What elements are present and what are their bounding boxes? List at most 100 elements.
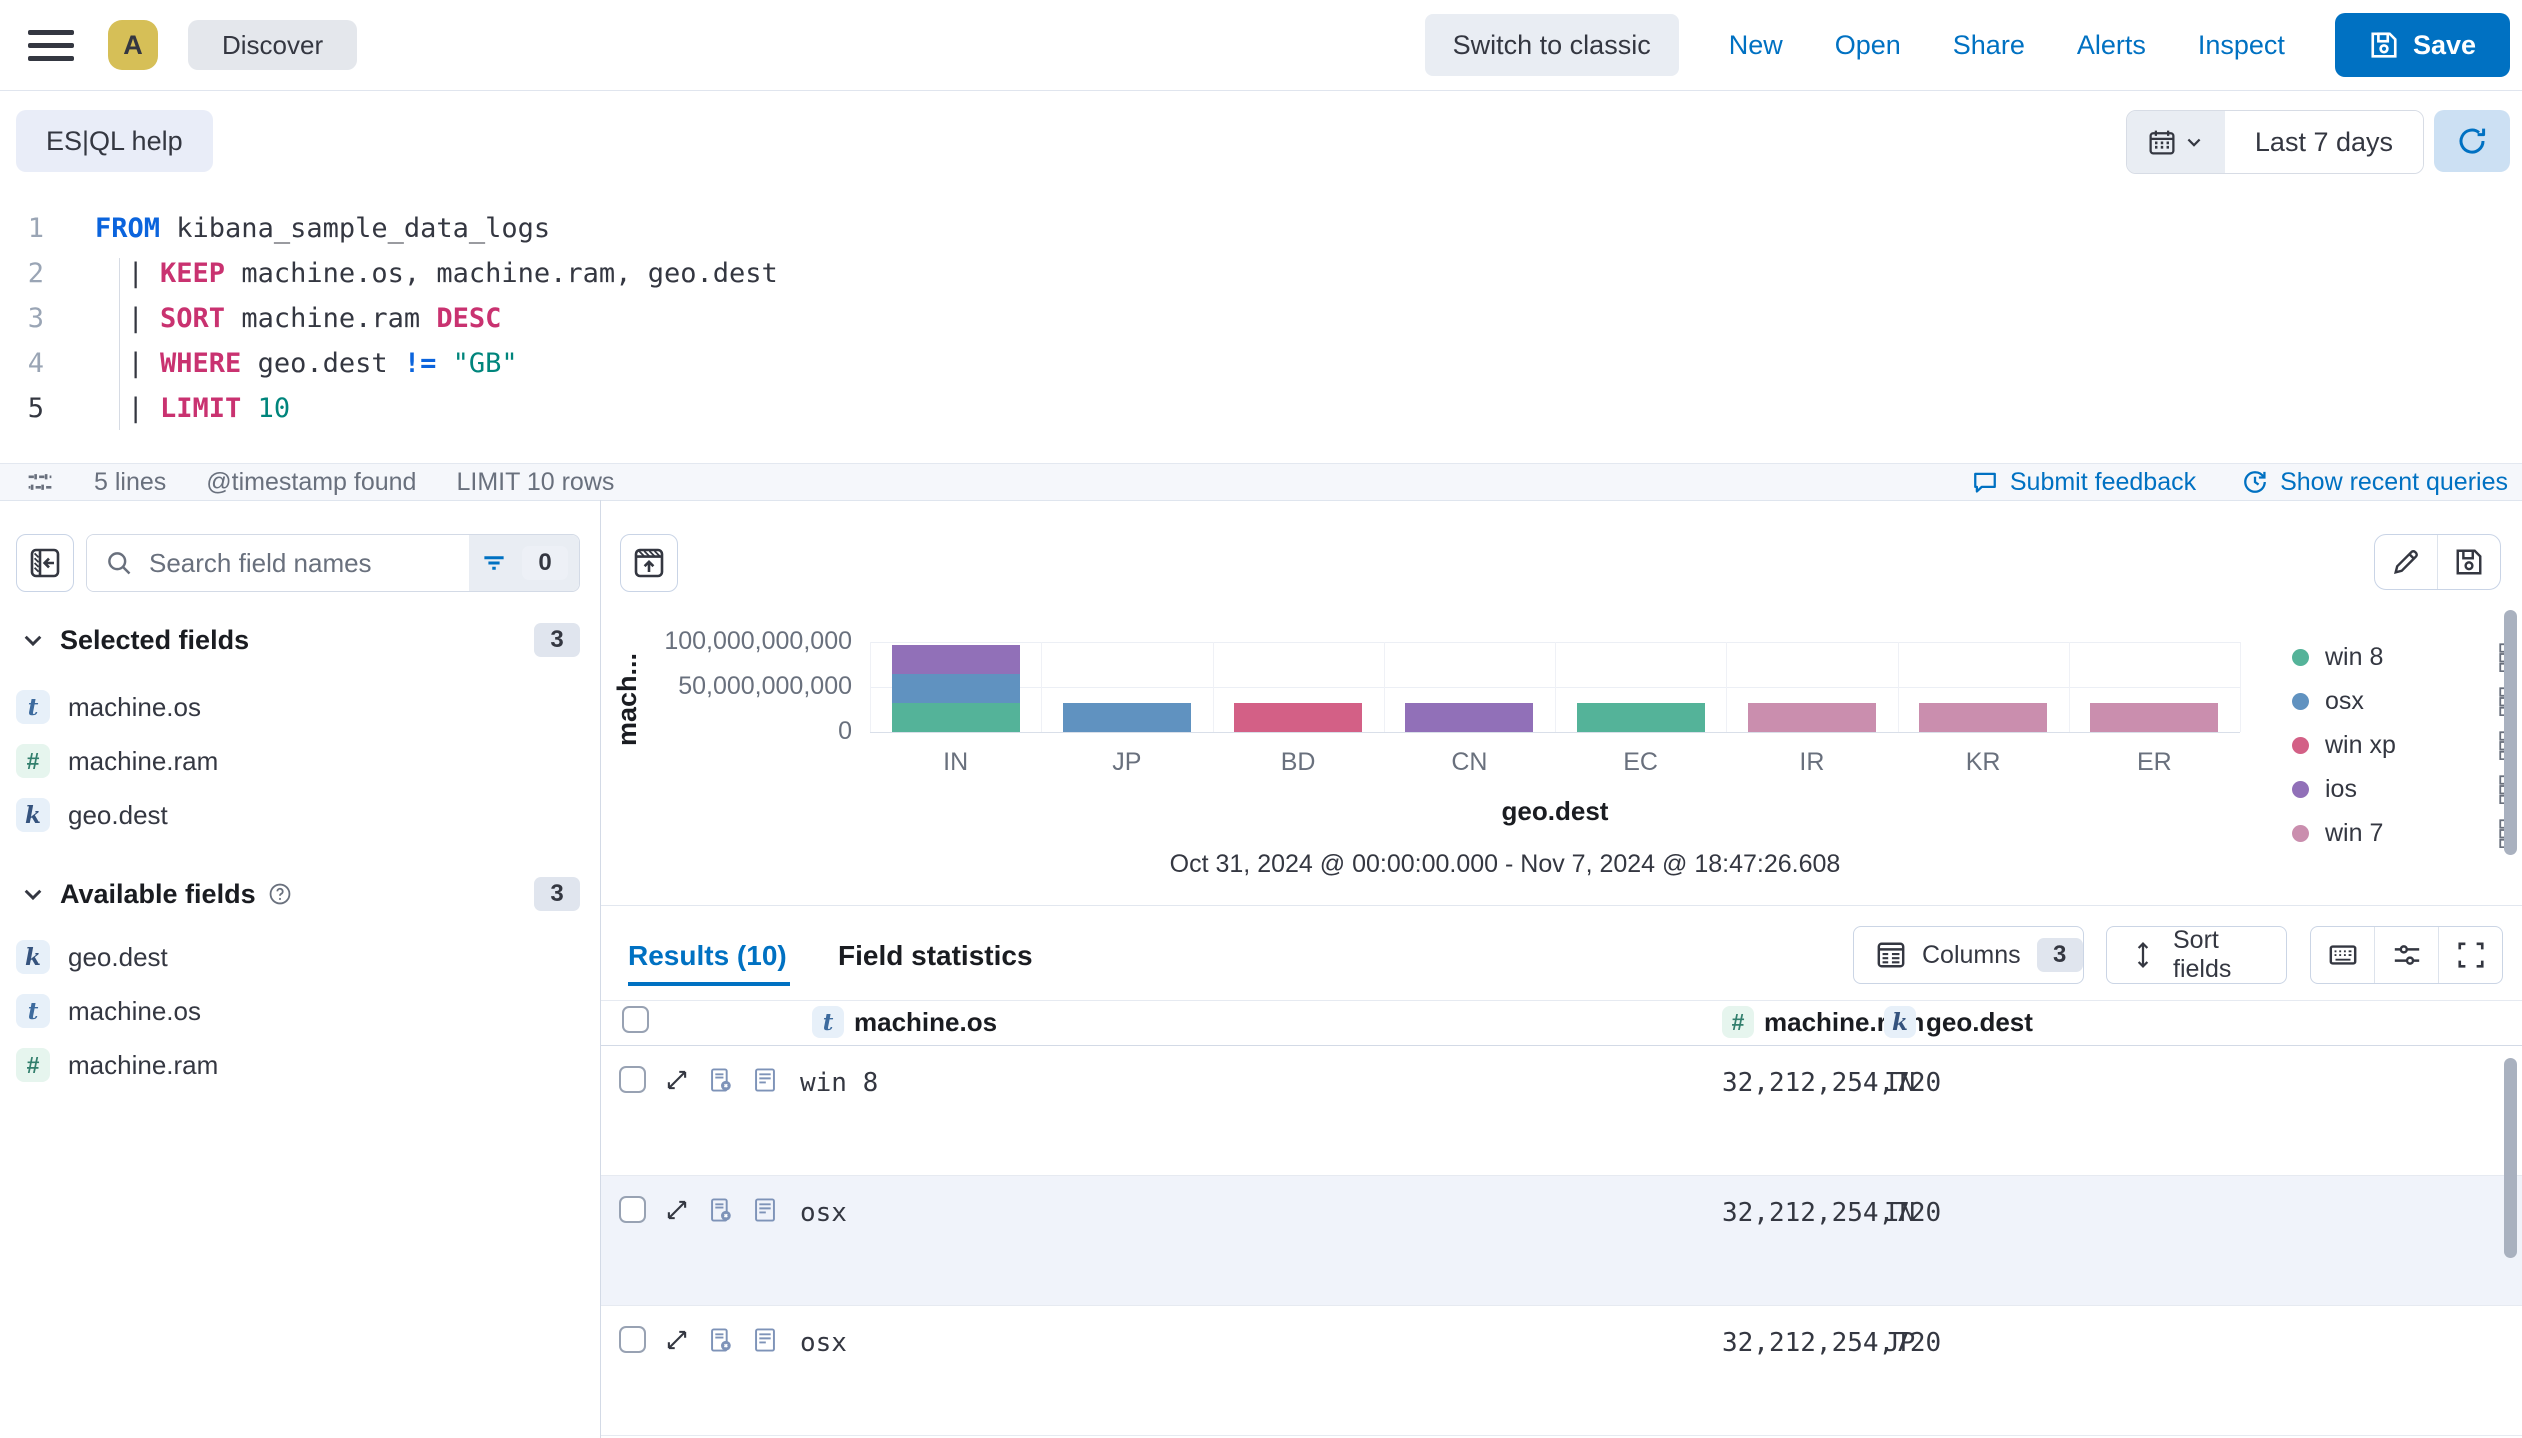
field-type-icon: # — [16, 744, 50, 778]
topbar-link-new[interactable]: New — [1729, 30, 1783, 61]
tab-field-statistics[interactable]: Field statistics — [838, 940, 1033, 972]
field-item-machine.os[interactable]: tmachine.os — [16, 684, 576, 730]
doc-view-icon[interactable] — [752, 1197, 778, 1223]
save-button[interactable]: Save — [2335, 13, 2510, 77]
field-item-machine.ram[interactable]: #machine.ram — [16, 1042, 576, 1088]
expand-row-icon[interactable] — [664, 1197, 690, 1223]
date-picker-quick-menu[interactable] — [2127, 111, 2225, 173]
doc-pin-icon[interactable] — [708, 1197, 734, 1223]
x-axis-tick-label: IR — [1726, 748, 1897, 777]
x-axis-tick-label: BD — [1213, 748, 1384, 777]
bar-segment-ios-IN[interactable] — [892, 645, 1020, 674]
editor-line[interactable]: 1FROM kibana_sample_data_logs — [0, 206, 2522, 251]
editor-line[interactable]: 5 | LIMIT 10 — [0, 386, 2522, 431]
bar-segment-osx-JP[interactable] — [1063, 703, 1191, 732]
sort-fields-button[interactable]: Sort fields — [2106, 926, 2287, 984]
row-checkbox[interactable] — [619, 1326, 646, 1353]
refresh-button[interactable] — [2434, 110, 2510, 172]
show-recent-queries-link[interactable]: Show recent queries — [2242, 468, 2508, 497]
history-icon — [2242, 469, 2268, 495]
editor-settings-icon[interactable] — [26, 468, 54, 496]
field-section-header[interactable]: Selected fields3 — [20, 618, 580, 662]
cell-machine_os[interactable]: osx — [800, 1328, 847, 1358]
bar-segment-osx-IN[interactable] — [892, 674, 1020, 703]
chart-options-button[interactable] — [620, 534, 678, 592]
doc-view-icon[interactable] — [752, 1067, 778, 1093]
filter-icon — [480, 549, 508, 577]
search-input[interactable]: Search field names — [87, 535, 469, 591]
bar-segment-win-8-EC[interactable] — [1577, 703, 1705, 732]
table-row[interactable]: osx32,212,254,720IN — [601, 1176, 2522, 1306]
select-all-checkbox[interactable] — [622, 1006, 649, 1033]
cell-geo_dest[interactable]: IN — [1884, 1198, 1915, 1228]
legend-item-win-7[interactable]: win 7 — [2292, 816, 2510, 850]
switch-to-classic-button[interactable]: Switch to classic — [1425, 14, 1679, 76]
column-header-machine.os[interactable]: tmachine.os — [812, 1006, 997, 1038]
date-picker[interactable]: Last 7 days — [2126, 110, 2424, 174]
expand-row-icon[interactable] — [664, 1327, 690, 1353]
bar-segment-win-7-ER[interactable] — [2090, 703, 2218, 732]
bar-segment-win-7-KR[interactable] — [1919, 703, 2047, 732]
table-scrollbar[interactable] — [2504, 1058, 2517, 1258]
column-header-geo.dest[interactable]: kgeo.dest — [1884, 1006, 2033, 1038]
esql-query-editor[interactable]: 1FROM kibana_sample_data_logs2 | KEEP ma… — [0, 206, 2522, 431]
space-avatar[interactable]: A — [108, 20, 158, 70]
legend-item-osx[interactable]: osx — [2292, 684, 2510, 718]
chevron-down-icon — [20, 627, 46, 653]
display-settings-button[interactable] — [2374, 927, 2438, 983]
feedback-icon — [1972, 469, 1998, 495]
editor-line[interactable]: 3 | SORT machine.ram DESC — [0, 296, 2522, 341]
expand-row-icon[interactable] — [664, 1067, 690, 1093]
submit-feedback-link[interactable]: Submit feedback — [1972, 468, 2196, 497]
topbar-link-alerts[interactable]: Alerts — [2077, 30, 2146, 61]
cell-machine_os[interactable]: osx — [800, 1198, 847, 1228]
field-filter-button[interactable]: 0 — [469, 535, 579, 591]
field-item-machine.ram[interactable]: #machine.ram — [16, 738, 576, 784]
cell-geo_dest[interactable]: IN — [1884, 1068, 1915, 1098]
bar-segment-ios-CN[interactable] — [1405, 703, 1533, 732]
help-icon[interactable] — [268, 882, 292, 906]
doc-pin-icon[interactable] — [708, 1327, 734, 1353]
editor-line[interactable]: 4 | WHERE geo.dest != "GB" — [0, 341, 2522, 386]
gridline — [1726, 642, 1727, 732]
table-row[interactable]: osx32,212,254,720JP — [601, 1306, 2522, 1436]
editor-line[interactable]: 2 | KEEP machine.os, machine.ram, geo.de… — [0, 251, 2522, 296]
breadcrumb[interactable]: Discover — [188, 20, 357, 70]
table-row[interactable]: win 832,212,254,720IN — [601, 1046, 2522, 1176]
tab-results[interactable]: Results (10) — [628, 940, 787, 972]
save-visualization-button[interactable] — [2438, 535, 2500, 589]
field-item-machine.os[interactable]: tmachine.os — [16, 988, 576, 1034]
row-checkbox[interactable] — [619, 1196, 646, 1223]
topbar-link-open[interactable]: Open — [1835, 30, 1901, 61]
field-section-header[interactable]: Available fields3 — [20, 872, 580, 916]
controls-icon — [2392, 940, 2422, 970]
fullscreen-button[interactable] — [2438, 927, 2502, 983]
cell-machine_os[interactable]: win 8 — [800, 1068, 878, 1098]
doc-pin-icon[interactable] — [708, 1067, 734, 1093]
x-axis-tick-label: KR — [1898, 748, 2069, 777]
field-item-geo.dest[interactable]: kgeo.dest — [16, 934, 576, 980]
esql-help-button[interactable]: ES|QL help — [16, 110, 213, 172]
doc-view-icon[interactable] — [752, 1327, 778, 1353]
gridline — [870, 642, 871, 732]
legend-item-ios[interactable]: ios — [2292, 772, 2510, 806]
columns-button[interactable]: Columns 3 — [1853, 926, 2084, 984]
cell-geo_dest[interactable]: JP — [1884, 1328, 1915, 1358]
edit-visualization-button[interactable] — [2375, 535, 2438, 589]
bar-segment-win-8-IN[interactable] — [892, 703, 1020, 732]
row-checkbox[interactable] — [619, 1066, 646, 1093]
chart-scrollbar[interactable] — [2504, 610, 2517, 855]
field-item-geo.dest[interactable]: kgeo.dest — [16, 792, 576, 838]
collapse-sidebar-button[interactable] — [16, 534, 74, 592]
legend-label: ios — [2325, 775, 2482, 804]
menu-icon[interactable] — [28, 22, 74, 69]
legend-item-win-xp[interactable]: win xp — [2292, 728, 2510, 762]
legend-item-win-8[interactable]: win 8 — [2292, 640, 2510, 674]
bar-segment-win-xp-BD[interactable] — [1234, 703, 1362, 732]
topbar-link-share[interactable]: Share — [1953, 30, 2025, 61]
keyboard-shortcuts-button[interactable] — [2311, 927, 2374, 983]
section-title: Selected fields — [60, 625, 249, 656]
time-range-value[interactable]: Last 7 days — [2225, 111, 2423, 173]
bar-segment-win-7-IR[interactable] — [1748, 703, 1876, 732]
topbar-link-inspect[interactable]: Inspect — [2198, 30, 2285, 61]
